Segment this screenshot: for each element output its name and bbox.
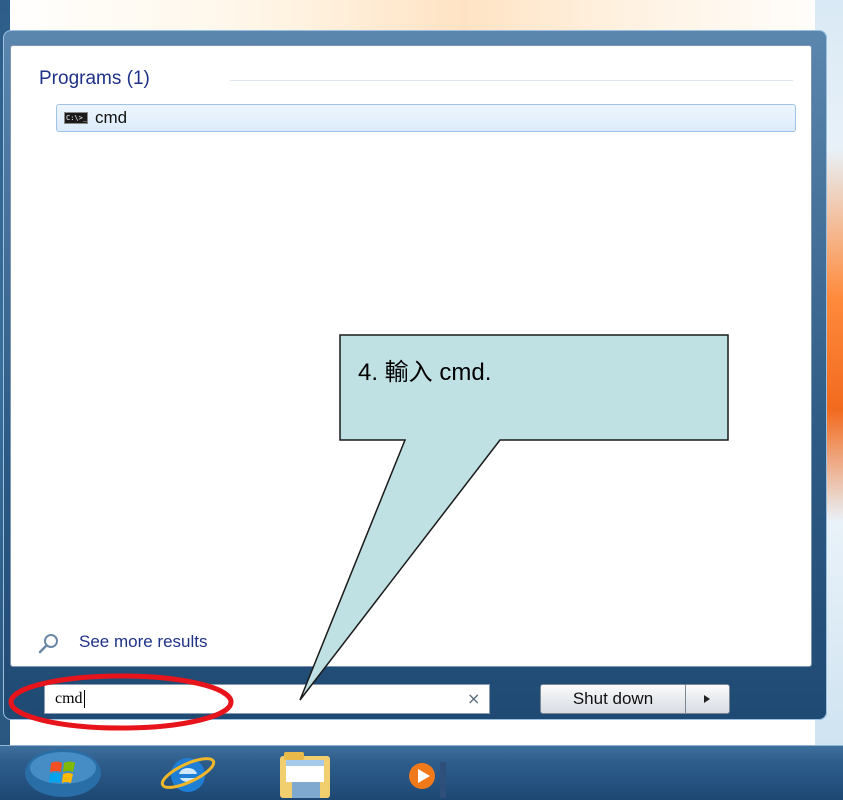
file-explorer-icon[interactable] (272, 746, 342, 800)
taskbar (0, 745, 843, 800)
programs-group-header: Programs (1) (39, 68, 150, 89)
search-result-label: cmd (95, 108, 128, 127)
media-player-icon[interactable] (400, 746, 460, 800)
search-result-cmd[interactable]: C:\>_ cmd (56, 104, 796, 132)
see-more-results-label: See more results (79, 632, 208, 651)
shut-down-options-arrow-icon[interactable] (686, 684, 730, 714)
start-orb-icon[interactable] (18, 746, 108, 800)
internet-explorer-icon[interactable] (155, 746, 221, 800)
group-divider (230, 80, 793, 81)
clear-search-icon[interactable]: × (467, 689, 480, 708)
cmd-icon: C:\>_ (64, 112, 88, 124)
highlight-oval (8, 673, 234, 731)
search-icon (38, 634, 58, 654)
shut-down-button[interactable]: Shut down (540, 684, 686, 714)
annotation-callout-text: 4. 輸入 cmd. (358, 359, 492, 386)
desktop-background-top (0, 0, 843, 32)
